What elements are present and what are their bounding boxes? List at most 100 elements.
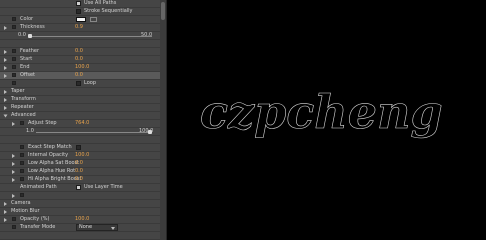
use-all-paths-checkbox[interactable] <box>76 1 81 6</box>
low-alpha-sat-boost-value[interactable]: 0.0 <box>75 160 83 167</box>
stopwatch-icon[interactable] <box>20 193 24 197</box>
expand-arrow-icon[interactable] <box>4 66 7 70</box>
expand-arrow-icon[interactable] <box>4 202 7 206</box>
adjust-step-slider-row: 1.0 100.0 <box>0 128 166 136</box>
hi-alpha-bright-boost-label: Hi Alpha Bright Boost <box>28 176 82 182</box>
stroke-sequentially-checkbox[interactable] <box>76 9 81 14</box>
offset-value[interactable]: 0.0 <box>75 72 83 79</box>
expand-arrow-icon[interactable] <box>4 98 7 102</box>
offset-label: Offset <box>20 72 36 78</box>
offset-row: Offset 0.0 <box>0 72 166 80</box>
spacer-row <box>0 136 166 144</box>
use-all-paths-label: Use All Paths <box>84 0 117 6</box>
opacity-row: Opacity (%) 100.0 <box>0 216 166 224</box>
stopwatch-icon[interactable] <box>20 177 24 181</box>
animated-path-label: Animated Path <box>20 184 57 190</box>
composition-viewer: czpcheng <box>167 0 486 240</box>
end-row: End 100.0 <box>0 64 166 72</box>
adjust-step-row: Adjust Step 764.0 <box>0 120 166 128</box>
scrollbar-thumb[interactable] <box>161 2 165 20</box>
thickness-value[interactable]: 0.9 <box>75 24 83 31</box>
stopwatch-icon[interactable] <box>12 73 16 77</box>
low-alpha-hue-rot-value[interactable]: 0.0 <box>75 168 83 175</box>
color-swatch[interactable] <box>76 17 86 22</box>
stopwatch-icon[interactable] <box>12 217 16 221</box>
color-label: Color <box>20 16 34 22</box>
expand-arrow-icon[interactable] <box>4 210 7 214</box>
stopwatch-icon[interactable] <box>12 81 16 85</box>
taper-label: Taper <box>11 88 25 94</box>
exact-step-match-row: Exact Step Match <box>0 144 166 152</box>
expand-arrow-icon[interactable] <box>4 26 7 30</box>
adjust-step-slider-track[interactable] <box>36 132 152 133</box>
effect-controls-panel: Use All Paths Stroke Sequentially Color … <box>0 0 167 240</box>
start-label: Start <box>20 56 33 62</box>
advanced-row[interactable]: Advanced <box>0 112 166 120</box>
expand-arrow-icon[interactable] <box>12 194 15 198</box>
thickness-row: Thickness 0.9 <box>0 24 166 32</box>
thickness-slider-min: 0.0 <box>18 32 26 38</box>
adjust-step-value[interactable]: 764.0 <box>75 120 89 127</box>
chevron-down-icon <box>111 227 115 230</box>
transfer-mode-value: None <box>79 224 93 230</box>
collapse-arrow-icon[interactable] <box>3 114 8 118</box>
expand-arrow-icon[interactable] <box>12 122 15 126</box>
camera-row[interactable]: Camera <box>0 200 166 208</box>
hi-alpha-bright-boost-row: Hi Alpha Bright Boost 0.0 <box>0 176 166 184</box>
expand-arrow-icon[interactable] <box>12 178 15 182</box>
feather-value[interactable]: 0.0 <box>75 48 83 55</box>
stopwatch-icon[interactable] <box>20 161 24 165</box>
animated-path-row: Animated Path Use Layer Time <box>0 184 166 192</box>
expand-arrow-icon[interactable] <box>4 218 7 222</box>
thickness-slider-max: 50.0 <box>141 32 153 38</box>
stopwatch-icon[interactable] <box>20 121 24 125</box>
spacer-row <box>0 40 166 48</box>
thickness-slider-knob[interactable] <box>28 34 33 38</box>
expand-arrow-icon[interactable] <box>12 162 15 166</box>
expand-arrow-icon[interactable] <box>4 106 7 110</box>
transfer-mode-dropdown[interactable]: None <box>76 224 118 231</box>
end-value[interactable]: 100.0 <box>75 64 89 71</box>
transform-label: Transform <box>11 96 36 102</box>
internal-opacity-row: Internal Opacity 100.0 <box>0 152 166 160</box>
internal-opacity-value[interactable]: 100.0 <box>75 152 89 159</box>
feather-label: Feather <box>20 48 40 54</box>
stopwatch-icon[interactable] <box>12 25 16 29</box>
internal-opacity-label: Internal Opacity <box>28 152 69 158</box>
feather-row: Feather 0.0 <box>0 48 166 56</box>
expand-arrow-icon[interactable] <box>4 58 7 62</box>
eyedropper-icon[interactable] <box>90 17 97 22</box>
stopwatch-icon[interactable] <box>20 153 24 157</box>
stopwatch-icon[interactable] <box>12 17 16 21</box>
app-window: Use All Paths Stroke Sequentially Color … <box>0 0 486 240</box>
advanced-label: Advanced <box>11 112 36 118</box>
expand-arrow-icon[interactable] <box>4 50 7 54</box>
transform-row[interactable]: Transform <box>0 96 166 104</box>
expand-arrow-icon[interactable] <box>4 74 7 78</box>
expand-arrow-icon[interactable] <box>4 90 7 94</box>
panel-scrollbar[interactable] <box>160 0 166 240</box>
stopwatch-icon[interactable] <box>12 57 16 61</box>
expand-arrow-icon[interactable] <box>12 154 15 158</box>
exact-step-match-checkbox[interactable] <box>76 145 81 150</box>
start-value[interactable]: 0.0 <box>75 56 83 63</box>
stopwatch-icon[interactable] <box>20 145 24 149</box>
loop-label: Loop <box>84 80 96 86</box>
use-layer-time-checkbox[interactable] <box>76 185 81 190</box>
stopwatch-icon[interactable] <box>12 225 16 229</box>
thickness-slider-track[interactable] <box>28 36 152 37</box>
stopwatch-icon[interactable] <box>12 49 16 53</box>
stopwatch-icon[interactable] <box>12 65 16 69</box>
opacity-value[interactable]: 100.0 <box>75 216 89 223</box>
motion-blur-row[interactable]: Motion Blur <box>0 208 166 216</box>
taper-row[interactable]: Taper <box>0 88 166 96</box>
loop-checkbox[interactable] <box>76 81 81 86</box>
color-row: Color <box>0 16 166 24</box>
stroke-sequentially-row: Stroke Sequentially <box>0 8 166 16</box>
expand-arrow-icon[interactable] <box>12 170 15 174</box>
hi-alpha-bright-boost-value[interactable]: 0.0 <box>75 176 83 183</box>
loop-row: Loop <box>0 80 166 88</box>
stopwatch-icon[interactable] <box>20 169 24 173</box>
repeater-row[interactable]: Repeater <box>0 104 166 112</box>
path-time-row <box>0 192 166 200</box>
